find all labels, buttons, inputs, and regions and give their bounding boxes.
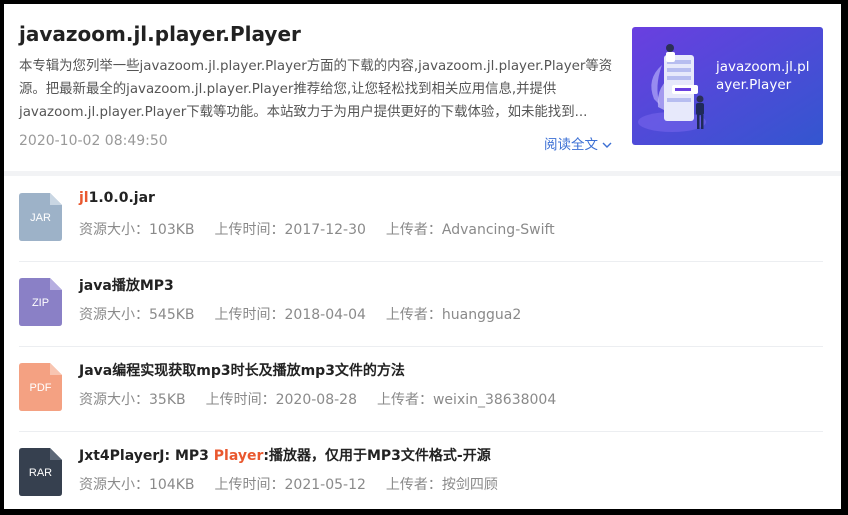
album-banner[interactable]: javazoom.jl.player.Player [632,27,823,145]
size-label: 资源大小： [79,222,149,238]
time-value: 2021-05-12 [284,477,366,493]
zip-file-icon: ZIP [19,278,62,326]
uploader-value: 按剑四顾 [441,477,498,493]
item-title[interactable]: java播放MP3 [79,275,174,295]
file-type-label: PDF [29,382,52,394]
title-highlight: jl [79,190,89,206]
size-value: 35KB [149,392,186,408]
item-title[interactable]: Jxt4PlayerJ: MP3 Player:播放器，仅用于MP3文件格式-开… [79,445,491,465]
item-meta: 资源大小：35KB 上传时间：2020-08-28 上传者：weixin_38638… [79,389,576,409]
size-label: 资源大小： [79,477,149,493]
item-meta: 资源大小：103KB 上传时间：2017-12-30 上传者：Advancing-S… [79,219,575,239]
rar-file-icon: RAR [19,448,62,496]
time-label: 上传时间： [205,392,276,408]
time-label: 上传时间： [214,222,285,238]
album-description: 本专辑为您列举一些javazoom.jl.player.Player方面的下载的… [19,59,613,120]
size-value: 103KB [149,222,195,238]
uploader-label: 上传者： [385,222,442,238]
uploader-label: 上传者： [385,307,442,323]
size-label: 资源大小： [79,392,149,408]
time-value: 2017-12-30 [284,222,366,238]
time-value: 2018-04-04 [284,307,366,323]
size-value: 545KB [149,307,195,323]
chevron-down-icon [602,137,612,153]
time-label: 上传时间： [214,307,285,323]
time-value: 2020-08-28 [275,392,357,408]
size-value: 104KB [149,477,195,493]
jar-file-icon: JAR [19,193,62,241]
uploader-label: 上传者： [385,477,442,493]
item-title[interactable]: Java编程实现获取mp3时长及播放mp3文件的方法 [79,360,405,380]
file-type-label: ZIP [31,297,50,309]
size-label: 资源大小： [79,307,149,323]
list-item[interactable]: ZIP java播放MP3 资源大小：545KB 上传时间：2018-04-04 上… [19,261,823,347]
title-text-suffix: :播放器，仅用于MP3文件格式-开源 [263,448,491,464]
file-type-label: RAR [28,467,53,479]
uploader-value: huanggua2 [441,307,522,323]
title-text: Jxt4PlayerJ: MP3 [79,448,214,464]
list-item[interactable]: PDF Java编程实现获取mp3时长及播放mp3文件的方法 资源大小：35KB… [19,346,823,432]
page-title: javazoom.jl.player.Player [19,22,301,46]
list-item[interactable]: JAR jl1.0.0.jar 资源大小：103KB 上传时间：2017-12-3… [19,176,823,262]
pdf-file-icon: PDF [19,363,62,411]
album-header: javazoom.jl.player.Player 本专辑为您列举一些javaz… [4,4,841,172]
item-meta: 资源大小：545KB 上传时间：2018-04-04 上传者：huanggua2 [79,304,541,324]
read-more-link[interactable]: 阅读全文 [544,133,612,153]
item-title[interactable]: jl1.0.0.jar [79,190,155,206]
uploader-label: 上传者： [376,392,433,408]
item-meta: 资源大小：104KB 上传时间：2021-05-12 上传者：按剑四顾 [79,474,518,494]
uploader-value: Advancing-Swift [441,222,555,238]
list-item[interactable]: RAR Jxt4PlayerJ: MP3 Player:播放器，仅用于MP3文件… [19,431,823,509]
title-text: 1.0.0.jar [88,190,155,206]
file-type-label: JAR [30,212,51,224]
uploader-value: weixin_38638004 [432,392,557,408]
time-label: 上传时间： [214,477,285,493]
read-more-label: 阅读全文 [544,137,598,153]
publish-date: 2020-10-02 08:49:50 [19,133,168,149]
banner-caption: javazoom.jl.player.Player [716,59,810,93]
title-highlight: Player [213,448,264,464]
page-frame: javazoom.jl.player.Player 本专辑为您列举一些javaz… [4,4,841,509]
